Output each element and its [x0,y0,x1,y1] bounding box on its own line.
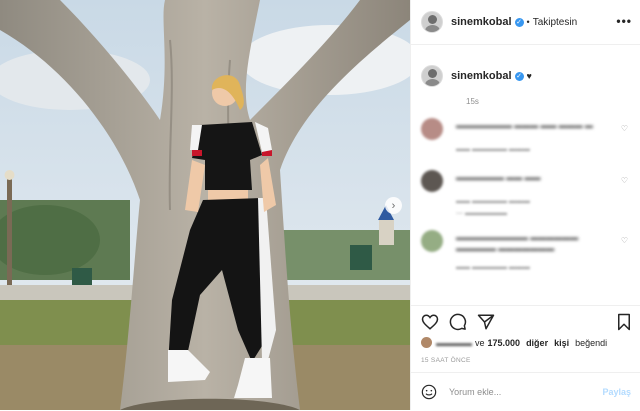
comment-item: ▬▬▬▬▬▬ ▬▬ ▬▬ ▬▬ ▬▬▬▬▬ ▬▬▬ — ▬▬▬▬▬▬ ♡ [421,170,640,226]
username-link[interactable]: sinemkobal [451,16,512,28]
comment-like-icon[interactable]: ♡ [621,176,628,185]
share-plane-icon[interactable] [477,313,495,331]
emoji-icon[interactable] [421,384,437,400]
caption: sinemkobal ✓ ♥ 15s [411,45,640,106]
post-timestamp[interactable]: 15 SAAT ÖNCE [421,357,471,364]
caption-avatar[interactable] [421,65,443,87]
likes-suffix-people: kişi [554,337,570,348]
liker-avatar [421,337,432,348]
likes-prefix: ve [475,337,485,348]
liker-name-blurred: ▬▬▬▬ [436,337,472,348]
follow-status[interactable]: Takiptesin [533,17,577,28]
view-replies-blurred[interactable]: — ▬▬▬▬▬▬ [456,210,507,217]
likes-summary[interactable]: ▬▬▬▬ ve 175.000 diğer kişi beğendi [421,337,607,348]
post-header: sinemkobal ✓ • Takiptesin ••• [411,0,640,45]
comment-item: ▬▬▬▬▬▬▬▬▬ ▬▬▬▬▬▬ ▬▬▬▬▬ ▬▬▬▬▬▬▬ ▬▬ ▬▬▬▬▬ … [421,230,640,271]
separator-dot: • [526,17,530,27]
avatar[interactable] [421,11,443,33]
comment-like-icon[interactable]: ♡ [621,124,628,133]
comment-text-blurred: ▬▬▬▬▬▬▬▬▬ ▬▬▬▬▬▬ [456,233,579,242]
heart-icon[interactable] [421,313,439,331]
post-sidebar: sinemkobal ✓ • Takiptesin ••• sinemkobal… [410,0,640,410]
share-button[interactable]: Paylaş [602,387,631,397]
more-options-icon[interactable]: ••• [616,14,632,28]
next-arrow-icon[interactable]: › [385,197,402,214]
comment-text-blurred: ▬▬▬▬▬▬ ▬▬ ▬▬ [456,173,541,182]
comment-avatar[interactable] [421,230,443,252]
post-image [0,0,410,410]
comment-input[interactable] [447,386,591,398]
likes-count: 175.000 [487,337,521,348]
comment-icon[interactable] [449,313,467,331]
action-bar [411,305,640,338]
comment-like-icon[interactable]: ♡ [621,236,628,245]
comment-text-blurred: ▬▬▬▬▬ ▬▬▬▬▬▬▬ [456,244,555,253]
comment-avatar[interactable] [421,170,443,192]
caption-username[interactable]: sinemkobal [451,70,512,82]
likes-suffix-other: diğer [526,337,549,348]
comment-meta-blurred: ▬▬ ▬▬▬▬▬ ▬▬▬ [456,146,530,153]
caption-heart-emoji: ♥ [526,71,532,81]
comment-meta-blurred: ▬▬ ▬▬▬▬▬ ▬▬▬ [456,198,530,205]
post-photo: › [0,0,410,410]
caption-timestamp[interactable]: 15s [466,97,630,106]
comment-text-blurred: ▬▬▬▬▬▬▬ ▬▬▬ ▬▬ ▬▬▬ ▬ [456,121,593,130]
verified-badge-icon: ✓ [514,71,524,81]
comment-item: ▬▬▬▬▬▬▬ ▬▬▬ ▬▬ ▬▬▬ ▬ ▬▬ ▬▬▬▬▬ ▬▬▬ ♡ [421,118,640,158]
verified-badge-icon: ✓ [514,17,524,27]
bookmark-icon[interactable] [615,313,633,331]
likes-suffix-liked: beğendi [575,337,608,348]
comment-avatar[interactable] [421,118,443,140]
comment-meta-blurred: ▬▬ ▬▬▬▬▬ ▬▬▬ [456,264,530,271]
add-comment-bar: Paylaş [411,372,640,411]
